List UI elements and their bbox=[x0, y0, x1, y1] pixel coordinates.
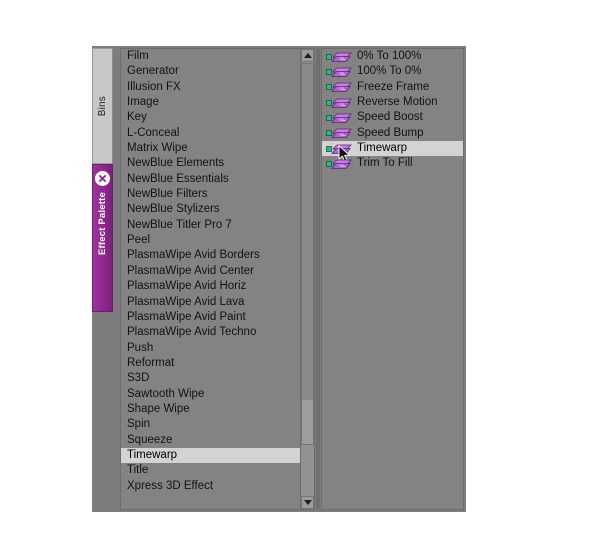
effect-icon bbox=[326, 128, 352, 139]
close-icon[interactable] bbox=[95, 171, 110, 186]
effect-list-item-label: Freeze Frame bbox=[357, 80, 430, 93]
vertical-tab-strip: Bins Effect Palette bbox=[92, 46, 113, 512]
category-list-item[interactable]: Push bbox=[121, 341, 300, 356]
tab-effect-palette[interactable]: Effect Palette bbox=[92, 164, 113, 312]
effect-list-item[interactable]: Trim To Fill bbox=[322, 156, 463, 171]
down-triangle-glyph bbox=[303, 500, 312, 505]
effect-list-item[interactable]: Freeze Frame bbox=[322, 80, 463, 95]
category-list-item[interactable]: PlasmaWipe Avid Borders bbox=[121, 248, 300, 263]
category-list-scrollbar[interactable] bbox=[300, 49, 314, 509]
category-list-item[interactable]: Illusion FX bbox=[121, 80, 300, 95]
up-triangle-glyph bbox=[303, 53, 312, 58]
category-list-item[interactable]: Spin bbox=[121, 417, 300, 432]
scrollbar-thumb[interactable] bbox=[301, 63, 314, 445]
scroll-down-arrow-icon[interactable] bbox=[301, 496, 314, 509]
effect-list-item-label: Timewarp bbox=[357, 142, 408, 155]
category-list-item[interactable]: PlasmaWipe Avid Paint bbox=[121, 310, 300, 325]
category-list-item[interactable]: Image bbox=[121, 95, 300, 110]
effect-list-item-label: Trim To Fill bbox=[357, 157, 413, 170]
category-list-item[interactable]: NewBlue Filters bbox=[121, 187, 300, 202]
category-list-item[interactable]: Timewarp bbox=[121, 447, 300, 464]
effect-list-item[interactable]: Speed Boost bbox=[322, 110, 463, 125]
effect-icon bbox=[326, 52, 352, 62]
category-list-panel: Film Generator Illusion FX Image Key L-Concea… bbox=[120, 48, 315, 510]
effect-list-item[interactable]: Reverse Motion bbox=[322, 95, 463, 110]
category-list-item[interactable]: PlasmaWipe Avid Techno bbox=[121, 325, 300, 340]
effect-icon bbox=[326, 113, 352, 123]
category-list-item[interactable]: Peel bbox=[121, 233, 300, 248]
category-list-item[interactable]: PlasmaWipe Avid Lava bbox=[121, 295, 300, 310]
effect-list-item[interactable]: 0% To 100% bbox=[322, 49, 463, 64]
effect-list-item[interactable]: Speed Bump bbox=[322, 126, 463, 141]
effect-icon bbox=[326, 67, 352, 77]
scrollbar-thumb-grip bbox=[302, 400, 313, 444]
effect-list-item[interactable]: Timewarp bbox=[322, 141, 463, 162]
effect-list-item-label: Reverse Motion bbox=[357, 96, 438, 109]
category-list-item[interactable]: Title bbox=[121, 463, 300, 478]
category-list-item[interactable]: Sawtooth Wipe bbox=[121, 387, 300, 402]
category-list-item[interactable]: Generator bbox=[121, 64, 300, 79]
effect-list-item-label: 100% To 0% bbox=[357, 65, 422, 78]
effect-list-item[interactable]: 100% To 0% bbox=[322, 64, 463, 79]
category-list-item[interactable]: Matrix Wipe bbox=[121, 141, 300, 156]
category-list-item[interactable]: Shape Wipe bbox=[121, 402, 300, 417]
tab-bins-label: Bins bbox=[97, 95, 108, 117]
effect-icon bbox=[326, 82, 352, 93]
category-list-item[interactable]: S3D bbox=[121, 371, 300, 386]
effect-list-panel: 0% To 100% 100% To 0% Freeze Frame Reverse … bbox=[321, 48, 464, 510]
category-list-item[interactable]: NewBlue Elements bbox=[121, 156, 300, 171]
category-list-item[interactable]: Film bbox=[121, 49, 300, 64]
category-list-item[interactable]: L-Conceal bbox=[121, 126, 300, 141]
effect-palette-window: Bins Effect Palette Film Generator Illusio… bbox=[92, 46, 466, 512]
effect-icon bbox=[326, 159, 352, 169]
category-list-item[interactable]: PlasmaWipe Avid Center bbox=[121, 264, 300, 279]
effect-list-item-label: Speed Boost bbox=[357, 111, 423, 124]
effect-list-item-label: Speed Bump bbox=[357, 126, 424, 139]
category-list-item[interactable]: PlasmaWipe Avid Horiz bbox=[121, 279, 300, 294]
category-list-item[interactable]: Xpress 3D Effect bbox=[121, 479, 300, 494]
effect-list[interactable]: 0% To 100% 100% To 0% Freeze Frame Reverse … bbox=[322, 49, 463, 172]
category-list-item[interactable]: Key bbox=[121, 110, 300, 125]
effect-list-item-label: 0% To 100% bbox=[357, 50, 422, 62]
category-list[interactable]: Film Generator Illusion FX Image Key L-Concea… bbox=[121, 49, 300, 509]
category-list-item[interactable]: Squeeze bbox=[121, 433, 300, 448]
tab-bins[interactable]: Bins bbox=[92, 48, 113, 164]
category-list-item[interactable]: NewBlue Essentials bbox=[121, 172, 300, 187]
effect-icon bbox=[326, 98, 352, 108]
category-list-item[interactable]: NewBlue Stylizers bbox=[121, 202, 300, 217]
category-list-item[interactable]: Reformat bbox=[121, 356, 300, 371]
effect-icon bbox=[326, 144, 352, 154]
category-list-item[interactable]: NewBlue Titler Pro 7 bbox=[121, 218, 300, 233]
tab-effect-palette-label: Effect Palette bbox=[97, 192, 108, 255]
panel-divider[interactable] bbox=[316, 48, 320, 510]
scroll-up-arrow-icon[interactable] bbox=[301, 49, 314, 62]
